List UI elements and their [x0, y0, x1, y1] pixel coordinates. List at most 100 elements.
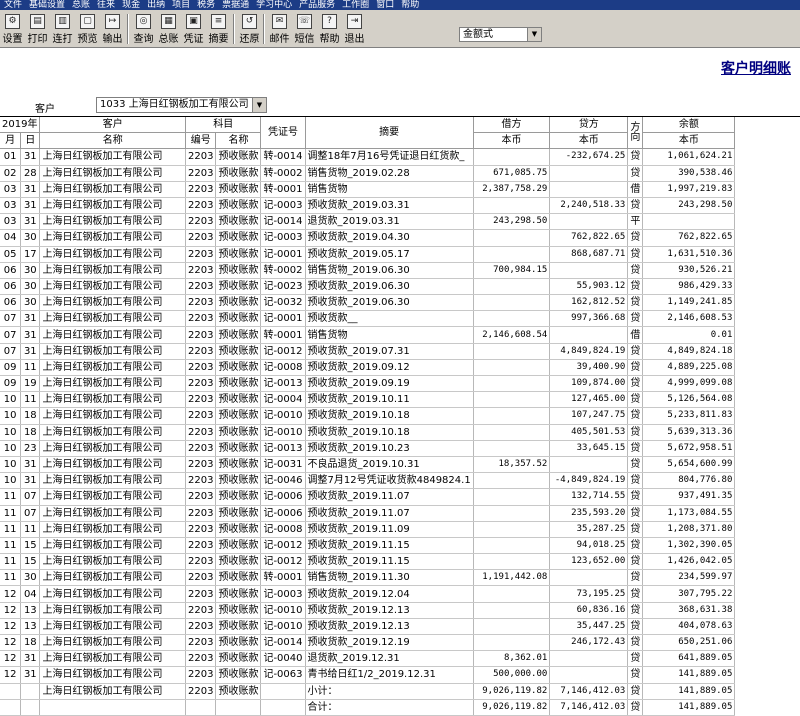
toolbar-button[interactable]: ▣ 凭证 [182, 12, 205, 46]
month-cell: 11 [0, 521, 22, 538]
table-row[interactable]: 06 30 上海日红钢板加工有限公司 2203 预收账款 记-0032 预收货款_2019.… [0, 294, 800, 312]
menu-item[interactable]: 产品服务 [299, 0, 335, 10]
credit-cell [549, 569, 629, 587]
subject-code-cell: 2203 [185, 246, 217, 263]
voucher-cell: 记-0010 [260, 618, 306, 636]
customer-name-cell: 上海日红钢板加工有限公司 [39, 148, 186, 166]
table-row[interactable]: 12 04 上海日红钢板加工有限公司 2203 预收账款 记-0003 预收货款_2019.… [0, 585, 800, 603]
toolbar-button[interactable]: ≡ 摘要 [207, 12, 230, 46]
toolbar-button[interactable]: ⇥ 退出 [343, 12, 366, 46]
customer-name-cell: 上海日红钢板加工有限公司 [39, 165, 186, 182]
table-row[interactable]: 10 31 上海日红钢板加工有限公司 2203 预收账款 记-0031 不良品退货_2019… [0, 456, 800, 474]
subject-code-cell: 2203 [185, 148, 217, 166]
table-row[interactable]: 07 31 上海日红钢板加工有限公司 2203 预收账款 转-0001 销售货物 2,146,… [0, 326, 800, 344]
table-row[interactable]: 10 18 上海日红钢板加工有限公司 2203 预收账款 记-0010 预收货款_2019.… [0, 424, 800, 441]
month-cell: 10 [0, 407, 22, 425]
table-row[interactable]: 02 28 上海日红钢板加工有限公司 2203 预收账款 转-0002 销售货物_2019.… [0, 165, 800, 182]
subject-name-cell: 预收账款 [215, 569, 262, 587]
table-row[interactable]: 11 30 上海日红钢板加工有限公司 2203 预收账款 转-0001 销售货物_2019.… [0, 569, 800, 587]
table-row[interactable]: 07 31 上海日红钢板加工有限公司 2203 预收账款 记-0012 预收货款_2019.… [0, 343, 800, 360]
credit-cell [549, 650, 629, 668]
toolbar-button[interactable]: ▦ 总账 [157, 12, 180, 46]
toolbar-button[interactable]: ✉ 邮件 [268, 12, 291, 46]
toolbar-button[interactable]: ▢ 预览 [76, 12, 99, 46]
toolbar-button[interactable]: ⚙ 设置 [1, 12, 24, 46]
menu-item[interactable]: 基础设置 [29, 0, 65, 10]
credit-cell: 60,836.16 [549, 602, 629, 619]
table-row[interactable]: 11 07 上海日红钢板加工有限公司 2203 预收账款 记-0006 预收货款_2019.… [0, 488, 800, 506]
debit-cell [473, 294, 551, 312]
credit-cell: 127,465.00 [549, 391, 629, 409]
table-row[interactable]: 上海日红钢板加工有限公司 2203 预收账款 小计： 9,026,119.82 7,146… [0, 683, 800, 700]
menu-item[interactable]: 窗口 [376, 0, 394, 10]
month-cell: 12 [0, 666, 22, 684]
customer-name-cell: 上海日红钢板加工有限公司 [39, 294, 186, 312]
subject-code-cell: 2203 [185, 165, 217, 182]
table-row[interactable]: 12 18 上海日红钢板加工有限公司 2203 预收账款 记-0014 预收货款_2019.… [0, 634, 800, 652]
menu-item[interactable]: 出纳 [147, 0, 165, 10]
toolbar-button[interactable]: ? 帮助 [318, 12, 341, 46]
chevron-down-icon[interactable]: ▼ [252, 98, 266, 112]
menu-item[interactable]: 工作圈 [342, 0, 369, 10]
toolbar-button[interactable]: ◎ 查询 [132, 12, 155, 46]
table-row[interactable]: 06 30 上海日红钢板加工有限公司 2203 预收账款 转-0002 销售货物_2019.… [0, 262, 800, 279]
table-row[interactable]: 03 31 上海日红钢板加工有限公司 2203 预收账款 记-0014 退货款_2019.0… [0, 213, 800, 231]
chevron-down-icon[interactable]: ▼ [527, 28, 541, 41]
table-row[interactable]: 09 11 上海日红钢板加工有限公司 2203 预收账款 记-0008 预收货款_2019.… [0, 359, 800, 377]
table-row[interactable]: 06 30 上海日红钢板加工有限公司 2203 预收账款 记-0023 预收货款_2019.… [0, 278, 800, 296]
month-cell: 10 [0, 472, 22, 490]
month-cell: 12 [0, 650, 22, 668]
credit-cell: -232,674.25 [549, 148, 629, 166]
menu-item[interactable]: 文件 [4, 0, 22, 10]
table-row[interactable]: 合计： 9,026,119.82 7,146,412.03 贷 141,889.05 [0, 699, 800, 716]
table-row[interactable]: 05 17 上海日红钢板加工有限公司 2203 预收账款 记-0001 预收货款_2019.… [0, 246, 800, 263]
menu-item[interactable]: 学习中心 [256, 0, 292, 10]
table-row[interactable]: 09 19 上海日红钢板加工有限公司 2203 预收账款 记-0013 预收货款_2019.… [0, 375, 800, 393]
table-row[interactable]: 03 31 上海日红钢板加工有限公司 2203 预收账款 转-0001 销售货物 2,387,… [0, 181, 800, 198]
menu-item[interactable]: 总账 [72, 0, 90, 10]
table-row[interactable]: 11 07 上海日红钢板加工有限公司 2203 预收账款 记-0006 预收货款_2019.… [0, 505, 800, 522]
summary-cell: 青书给日红1/2_2019.12.31 [305, 666, 474, 684]
table-row[interactable]: 10 23 上海日红钢板加工有限公司 2203 预收账款 记-0013 预收货款_2019.… [0, 440, 800, 457]
table-row[interactable]: 11 11 上海日红钢板加工有限公司 2203 预收账款 记-0008 预收货款_2019.… [0, 521, 800, 538]
table-row[interactable]: 03 31 上海日红钢板加工有限公司 2203 预收账款 记-0003 预收货款_2019.… [0, 197, 800, 215]
table-row[interactable]: 10 31 上海日红钢板加工有限公司 2203 预收账款 记-0046 调整7月12号凭证收… [0, 472, 800, 490]
table-row[interactable]: 12 31 上海日红钢板加工有限公司 2203 预收账款 记-0040 退货款_2019.1… [0, 650, 800, 668]
debit-cell [473, 407, 551, 425]
toolbar-button[interactable]: ↦ 输出 [101, 12, 124, 46]
menu-item[interactable]: 票据通 [222, 0, 249, 10]
table-row[interactable]: 12 13 上海日红钢板加工有限公司 2203 预收账款 记-0010 预收货款_2019.… [0, 618, 800, 636]
subject-name-cell: 预收账款 [215, 391, 262, 409]
toolbar-button-label: 退出 [344, 34, 365, 45]
direction-cell: 贷 [627, 602, 644, 619]
toolbar-button[interactable]: ▥ 连打 [51, 12, 74, 46]
table-row[interactable]: 11 15 上海日红钢板加工有限公司 2203 预收账款 记-0012 预收货款_2019.… [0, 553, 800, 571]
customer-select[interactable]: 1033 上海日红钢板加工有限公司 ▼ [96, 97, 267, 113]
table-row[interactable]: 10 11 上海日红钢板加工有限公司 2203 预收账款 记-0004 预收货款_2019.… [0, 391, 800, 409]
menu-item[interactable]: 现金 [122, 0, 140, 10]
display-format-select[interactable]: 金额式 ▼ [459, 27, 542, 42]
table-row[interactable]: 12 31 上海日红钢板加工有限公司 2203 预收账款 记-0063 青书给日红1/2_2… [0, 666, 800, 684]
subject-name-cell [215, 699, 262, 716]
table-row[interactable]: 01 31 上海日红钢板加工有限公司 2203 预收账款 转-0014 调整18年7月16号… [0, 148, 800, 166]
row-filler [735, 699, 800, 715]
direction-cell: 贷 [627, 262, 644, 279]
direction-cell: 贷 [627, 343, 644, 360]
menu-item[interactable]: 项目 [172, 0, 190, 10]
customer-name-cell: 上海日红钢板加工有限公司 [39, 650, 186, 668]
table-row[interactable]: 07 31 上海日红钢板加工有限公司 2203 预收账款 记-0001 预收货款__ 997,… [0, 310, 800, 328]
balance-cell: 307,795.22 [642, 585, 736, 603]
day-cell: 17 [20, 246, 41, 263]
toolbar-button[interactable]: ☏ 短信 [293, 12, 316, 46]
toolbar-button[interactable]: ↺ 还原 [238, 12, 261, 46]
menu-item[interactable]: 往来 [97, 0, 115, 10]
toolbar-button[interactable]: ▤ 打印 [26, 12, 49, 46]
menu-item[interactable]: 税务 [197, 0, 215, 10]
table-row[interactable]: 10 18 上海日红钢板加工有限公司 2203 预收账款 记-0010 预收货款_2019.… [0, 407, 800, 425]
debit-cell [473, 197, 551, 215]
table-row[interactable]: 11 15 上海日红钢板加工有限公司 2203 预收账款 记-0012 预收货款_2019.… [0, 537, 800, 555]
menu-item[interactable]: 帮助 [401, 0, 419, 10]
customer-name-cell: 上海日红钢板加工有限公司 [39, 213, 186, 231]
table-row[interactable]: 04 30 上海日红钢板加工有限公司 2203 预收账款 记-0003 预收货款_2019.… [0, 229, 800, 247]
table-row[interactable]: 12 13 上海日红钢板加工有限公司 2203 预收账款 记-0010 预收货款_2019.… [0, 602, 800, 619]
